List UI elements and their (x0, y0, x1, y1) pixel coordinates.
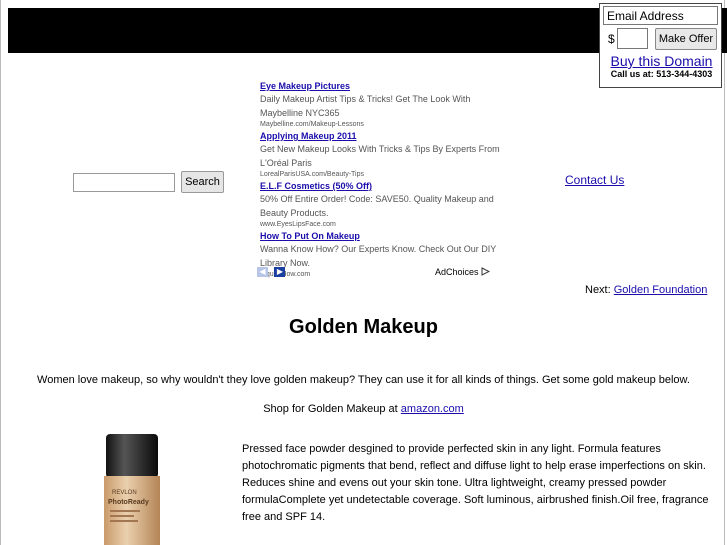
ad-title-link[interactable]: E.L.F Cosmetics (50% Off) (260, 180, 500, 192)
adchoices-link[interactable]: AdChoices (435, 267, 491, 277)
chevron-right-icon[interactable]: ▶ (274, 267, 286, 277)
email-field[interactable] (603, 6, 718, 25)
ad-url: Maybelline.com/Makeup-Lessons (260, 121, 364, 128)
ad-block: Eye Makeup Pictures Daily Makeup Artist … (260, 80, 500, 280)
page-title: Golden Makeup (289, 316, 438, 338)
make-offer-button[interactable]: Make Offer (655, 28, 717, 50)
ad-title-link[interactable]: Applying Makeup 2011 (260, 130, 500, 142)
ad-item: E.L.F Cosmetics (50% Off) 50% Off Entire… (260, 180, 500, 230)
ad-item: Applying Makeup 2011 Get New Makeup Look… (260, 130, 500, 180)
product-name-label: PhotoReady (108, 499, 149, 506)
next-article-link[interactable]: Golden Foundation (614, 284, 708, 296)
product-brand-label: REVLON (112, 490, 137, 496)
ad-item: Eye Makeup Pictures Daily Makeup Artist … (260, 80, 500, 130)
contact-us-link[interactable]: Contact Us (565, 173, 624, 187)
product-description: Pressed face powder desgined to provide … (242, 443, 709, 523)
shop-line: Shop for Golden Makeup at amazon.com (0, 403, 727, 415)
ad-description: Get New Makeup Looks With Tricks & Tips … (260, 144, 500, 168)
ad-description: Wanna Know How? Our Experts Know. Check … (260, 244, 497, 268)
ad-description: Daily Makeup Artist Tips & Tricks! Get T… (260, 94, 471, 118)
ad-nav: ◀ ▶ (257, 267, 287, 285)
product-image[interactable]: REVLON PhotoReady (100, 432, 165, 545)
adchoices-label: AdChoices (435, 267, 479, 277)
ad-url: LorealParisUSA.com/Beauty-Tips (260, 171, 365, 178)
currency-symbol: $ (608, 32, 615, 46)
next-article: Next: Golden Foundation (585, 284, 707, 296)
next-prefix: Next: (585, 284, 611, 296)
domain-offer-box: $ Make Offer Buy this Domain Call us at:… (599, 3, 722, 88)
search-input[interactable] (73, 173, 175, 192)
amazon-link[interactable]: amazon.com (401, 403, 464, 415)
offer-amount-input[interactable] (617, 28, 648, 49)
shop-prefix: Shop for Golden Makeup at (263, 403, 398, 415)
chevron-left-icon[interactable]: ◀ (257, 267, 268, 277)
ad-title-link[interactable]: How To Put On Makeup (260, 230, 500, 242)
adchoices-triangle-icon (481, 267, 491, 276)
ad-url: www.EyesLipsFace.com (260, 221, 336, 228)
intro-text: Women love makeup, so why wouldn't they … (37, 374, 690, 386)
call-us-text: Call us at: 513-344-4303 (610, 69, 713, 79)
ad-description: 50% Off Entire Order! Code: SAVE50. Qual… (260, 194, 494, 218)
search-button[interactable]: Search (181, 171, 224, 193)
buy-domain-link[interactable]: Buy this Domain (600, 53, 723, 69)
ad-title-link[interactable]: Eye Makeup Pictures (260, 80, 500, 92)
